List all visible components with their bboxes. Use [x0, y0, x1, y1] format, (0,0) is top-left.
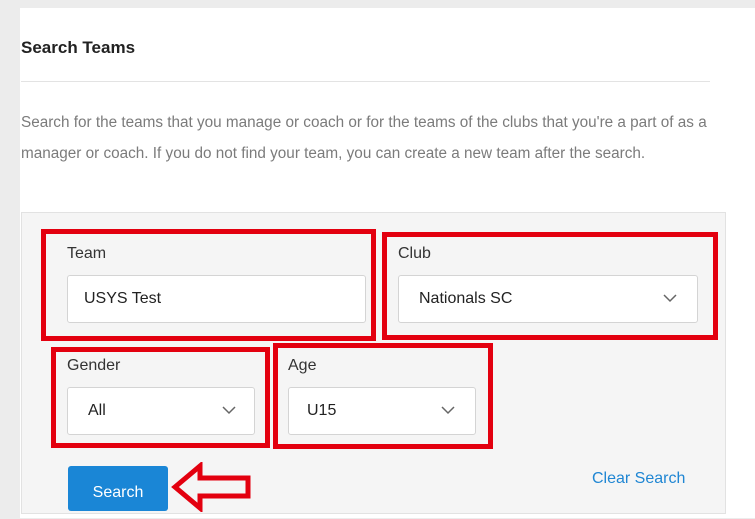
club-highlight-box	[382, 232, 718, 340]
search-button[interactable]: Search	[68, 466, 168, 511]
clear-search-link[interactable]: Clear Search	[592, 470, 685, 488]
divider	[21, 81, 710, 82]
page-title: Search Teams	[21, 38, 136, 57]
age-highlight-box	[273, 343, 493, 449]
left-arrow-annotation-icon	[171, 462, 251, 512]
team-highlight-box	[41, 229, 376, 341]
gender-highlight-box	[51, 347, 270, 448]
description-text: Search for the teams that you manage or …	[21, 114, 707, 162]
